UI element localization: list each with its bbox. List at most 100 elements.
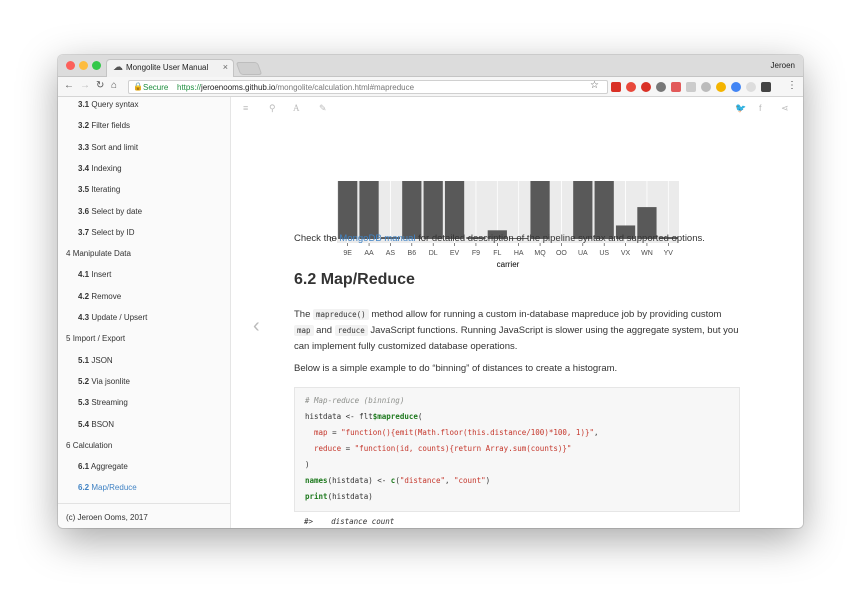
gmail-extension-icon[interactable] <box>611 82 621 92</box>
profile-name[interactable]: Jeroen <box>771 61 795 70</box>
maximize-window-button[interactable] <box>92 61 101 70</box>
sidebar-item-map-reduce[interactable]: 6.2 Map/Reduce <box>78 483 137 492</box>
extension-icon-6[interactable] <box>686 82 696 92</box>
font-settings-icon[interactable]: A <box>293 103 300 113</box>
sidebar-item-number: 3.5 <box>78 185 90 195</box>
sidebar-item-streaming[interactable]: 5.3 Streaming <box>78 398 128 407</box>
sidebar-item-remove[interactable]: 4.2 Remove <box>78 292 121 301</box>
url-protocol: https:// <box>177 83 202 92</box>
sidebar-item-number: 4.1 <box>78 270 90 280</box>
edit-icon[interactable]: ✎ <box>319 103 327 114</box>
toggle-sidebar-icon[interactable]: ≡ <box>243 103 248 113</box>
binning-paragraph: Below is a simple example to do “binning… <box>294 363 618 374</box>
sidebar-item-label: Select by date <box>91 206 143 216</box>
check-text-suffix: for detailed description of the pipeline… <box>415 233 705 244</box>
sidebar-item-label: Import / Export <box>72 334 126 344</box>
sidebar-item-number: 3.3 <box>78 142 90 152</box>
sidebar-item-label: Insert <box>91 270 112 280</box>
code-token: "count" <box>454 476 486 485</box>
sidebar-item-number: 3.4 <box>78 163 90 173</box>
bookmark-star-icon[interactable]: ☆ <box>590 80 599 91</box>
adblock-extension-icon[interactable] <box>641 82 651 92</box>
facebook-icon[interactable]: f <box>759 103 762 113</box>
sidebar-item-number: 3.2 <box>78 121 90 131</box>
sidebar-item-number: 5.2 <box>78 376 90 386</box>
home-icon[interactable]: ⌂ <box>111 80 117 91</box>
p1-text-a: The <box>294 309 314 320</box>
sidebar-item-label: Remove <box>91 291 122 301</box>
tab-close-icon[interactable]: × <box>223 62 228 72</box>
minimize-window-button[interactable] <box>79 61 88 70</box>
chart-x-axis-label: carrier <box>497 260 520 269</box>
p1-text-c: and <box>313 325 335 336</box>
code-token: names <box>305 476 328 485</box>
extension-icon-7[interactable] <box>701 82 711 92</box>
sidebar-item-label: JSON <box>91 355 113 365</box>
sidebar-item-select-by-id[interactable]: 3.7 Select by ID <box>78 228 135 237</box>
search-icon[interactable]: ⚲ <box>269 103 276 114</box>
sidebar-item-label: Manipulate Data <box>72 249 131 259</box>
extension-icon-9[interactable] <box>731 82 741 92</box>
extension-icon-10[interactable] <box>746 82 756 92</box>
share-icon[interactable]: ⋖ <box>781 103 789 114</box>
tab-bar: ☁ Mongolite User Manual × Jeroen <box>58 55 803 77</box>
new-tab-button[interactable] <box>235 62 263 75</box>
chart-x-tick-label: AA <box>364 250 374 257</box>
check-manual-paragraph: Check the MongoDB manual for detailed de… <box>294 231 739 247</box>
extension-icon-4[interactable] <box>656 82 666 92</box>
reload-icon[interactable]: ↻ <box>96 80 104 91</box>
p1-text-b: method allow for running a custom in-dat… <box>368 309 722 320</box>
sidebar-item-indexing[interactable]: 3.4 Indexing <box>78 164 122 173</box>
url-path: /mongolite/calculation.html#mapreduce <box>275 83 415 92</box>
code-line-2: histdata <- flt$mapreduce( <box>305 412 422 421</box>
code-line-7: print(histdata) <box>305 492 373 501</box>
chart-x-tick-label: MQ <box>534 250 546 257</box>
cloud-icon: ☁ <box>113 62 123 73</box>
lock-icon: 🔒 <box>133 82 143 91</box>
code-token: reduce <box>305 444 342 453</box>
mongodb-manual-link[interactable]: MongoDB manual <box>339 233 415 244</box>
sidebar-item-query-syntax[interactable]: 3.1 Query syntax <box>78 100 139 109</box>
twitter-icon[interactable]: 🐦 <box>735 103 746 114</box>
sidebar-item-label: Query syntax <box>91 100 139 109</box>
sidebar-item-calculation[interactable]: 6 Calculation <box>66 441 112 450</box>
back-arrow-icon[interactable]: ← <box>64 80 74 91</box>
previous-page-arrow-icon[interactable]: ‹ <box>253 315 260 338</box>
sidebar-item-number: 3.1 <box>78 100 90 109</box>
code-token: histdata <- flt <box>305 412 373 421</box>
extension-icon-5[interactable] <box>671 82 681 92</box>
chart-x-tick-label: 9E <box>343 250 352 257</box>
sidebar-item-update-upsert[interactable]: 4.3 Update / Upsert <box>78 313 147 322</box>
sidebar-item-import-export[interactable]: 5 Import / Export <box>66 334 125 343</box>
close-window-button[interactable] <box>66 61 75 70</box>
sidebar-item-sort-and-limit[interactable]: 3.3 Sort and limit <box>78 143 138 152</box>
copyright-footer: (c) Jeroen Ooms, 2017 <box>66 513 148 522</box>
sidebar-item-via-jsonlite[interactable]: 5.2 Via jsonlite <box>78 377 130 386</box>
output-header: #> distance count <box>304 517 395 526</box>
sidebar-item-aggregate[interactable]: 6.1 Aggregate <box>78 462 128 471</box>
sidebar-item-json[interactable]: 5.1 JSON <box>78 356 113 365</box>
chart-x-tick-label: DL <box>429 250 438 257</box>
code-token: print <box>305 492 328 501</box>
more-options-icon[interactable]: ⋮ <box>787 80 797 91</box>
opera-extension-icon[interactable] <box>626 82 636 92</box>
forward-arrow-icon[interactable]: → <box>80 80 90 91</box>
code-block[interactable]: # Map-reduce (binning) histdata <- flt$m… <box>294 387 740 528</box>
inline-code-map: map <box>294 325 314 336</box>
sidebar-item-select-by-date[interactable]: 3.6 Select by date <box>78 207 142 216</box>
chart-x-tick-label: UA <box>578 250 588 257</box>
sidebar-item-label: Via jsonlite <box>91 376 130 386</box>
tab-mongolite-manual[interactable]: ☁ Mongolite User Manual × <box>106 59 234 77</box>
sidebar-item-bson[interactable]: 5.4 BSON <box>78 420 114 429</box>
toc-sidebar: 3.1 Query syntax 3.2 Filter fields 3.3 Sor… <box>58 97 231 528</box>
sidebar-item-label: Iterating <box>91 185 121 195</box>
address-bar[interactable]: 🔒 Secure https://jeroenooms.github.io/mo… <box>128 80 608 94</box>
code-token: , <box>594 428 599 437</box>
sidebar-item-label: Aggregate <box>90 462 128 472</box>
sidebar-item-iterating[interactable]: 3.5 Iterating <box>78 185 120 194</box>
sidebar-item-filter-fields[interactable]: 3.2 Filter fields <box>78 121 130 130</box>
sidebar-item-manipulate-data[interactable]: 4 Manipulate Data <box>66 249 131 258</box>
sidebar-item-insert[interactable]: 4.1 Insert <box>78 270 111 279</box>
extension-icon-11[interactable] <box>761 82 771 92</box>
chrome-extension-icon[interactable] <box>716 82 726 92</box>
